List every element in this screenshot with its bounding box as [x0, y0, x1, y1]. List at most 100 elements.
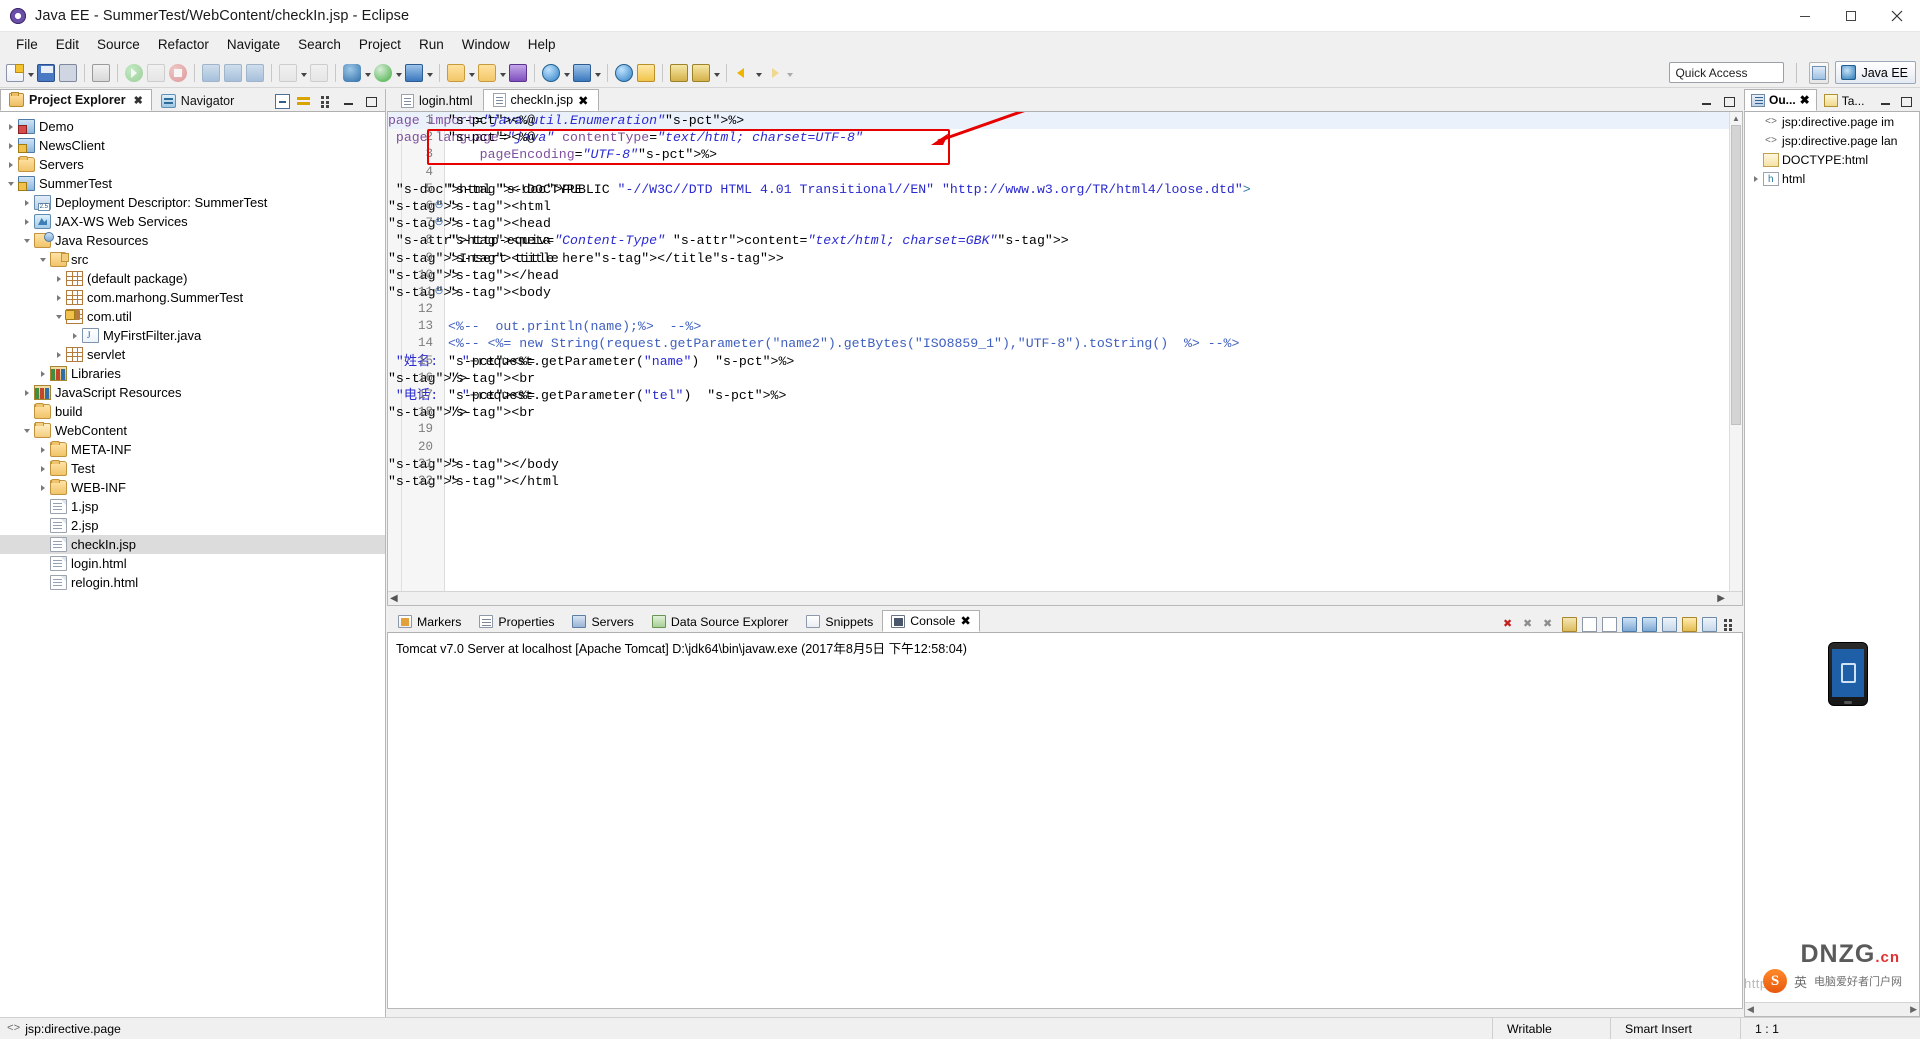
expand-arrow-icon[interactable] — [36, 484, 50, 491]
code-line[interactable]: 6 ⊖ "s-tag"><html "s-tag">> — [388, 198, 1742, 215]
collapse-arrow-icon[interactable] — [4, 181, 18, 186]
outline-item[interactable]: html — [1745, 169, 1919, 188]
tree-item-1-jsp[interactable]: 1.jsp — [0, 497, 385, 516]
tree-item-relogin-html[interactable]: relogin.html — [0, 573, 385, 592]
code-line[interactable]: 11 ⊖ "s-tag"><body "s-tag">> — [388, 284, 1742, 301]
collapse-arrow-icon[interactable] — [20, 238, 34, 243]
tree-item-meta-inf[interactable]: META-INF — [0, 440, 385, 459]
tree-item-javascript-resources[interactable]: JavaScript Resources — [0, 383, 385, 402]
fold-marker[interactable]: ⊖ — [434, 215, 444, 232]
editor-tab-checkin-jsp[interactable]: checkIn.jsp ✖ — [482, 89, 599, 111]
new-package-button[interactable] — [476, 61, 498, 85]
pin-console-icon[interactable] — [1682, 617, 1697, 632]
tab-navigator[interactable]: Navigator — [151, 89, 244, 111]
maximize-view-icon[interactable] — [1898, 94, 1913, 109]
tree-item-demo[interactable]: Demo — [0, 117, 385, 136]
code-line[interactable]: 4 — [388, 164, 1742, 181]
tree-item-jax-ws-web-services[interactable]: JAX-WS Web Services — [0, 212, 385, 231]
outline-item[interactable]: jsp:directive.page im — [1745, 112, 1919, 131]
quick-access-input[interactable]: Quick Access — [1669, 62, 1785, 83]
close-icon[interactable]: ✖ — [1800, 93, 1810, 107]
use-step-filters-button[interactable] — [308, 61, 330, 85]
step-return-button[interactable] — [244, 61, 266, 85]
expand-arrow-icon[interactable] — [52, 351, 66, 358]
outline-item[interactable]: jsp:directive.page lan — [1745, 131, 1919, 150]
close-icon[interactable]: ✖ — [134, 94, 143, 107]
scroll-up-icon[interactable]: ▲ — [1730, 112, 1742, 125]
run-button[interactable] — [372, 61, 394, 85]
expand-arrow-icon[interactable] — [1749, 175, 1763, 182]
tree-item-build[interactable]: build — [0, 402, 385, 421]
scroll-left-icon[interactable]: ◀ — [390, 593, 398, 604]
new-class-button[interactable] — [507, 61, 529, 85]
tree-item-login-html[interactable]: login.html — [0, 554, 385, 573]
editor-vertical-scrollbar[interactable]: ▲ — [1729, 112, 1742, 591]
terminate-icon[interactable] — [1502, 617, 1517, 632]
project-tree[interactable]: Demo NewsClient Servers SummerTest Deploymen… — [0, 112, 385, 1017]
display-selected-console-icon[interactable] — [1662, 617, 1677, 632]
tree-item-web-inf[interactable]: WEB-INF — [0, 478, 385, 497]
tree-item-default-package[interactable]: (default package) — [0, 269, 385, 288]
expand-arrow-icon[interactable] — [36, 446, 50, 453]
scroll-right-icon[interactable]: ▶ — [1717, 593, 1725, 604]
menu-help[interactable]: Help — [519, 33, 565, 57]
expand-arrow-icon[interactable] — [36, 465, 50, 472]
forward-dropdown-icon[interactable] — [785, 64, 794, 82]
code-line[interactable]: 3 pageEncoding="UTF-8""s-pct">%> — [388, 146, 1742, 163]
tab-outline[interactable]: Ou... ✖ — [1744, 89, 1817, 111]
expand-arrow-icon[interactable] — [20, 218, 34, 225]
code-line[interactable]: 8 "s-tag"><meta "s-attr">http-equiv="Cont… — [388, 232, 1742, 249]
code-line[interactable]: 16 "s-tag"><br "s-tag">/> — [388, 370, 1742, 387]
bottom-tab-servers[interactable]: Servers — [563, 610, 642, 632]
server-dropdown-icon[interactable] — [425, 64, 434, 82]
run-dropdown-icon[interactable] — [394, 64, 403, 82]
outline-item[interactable]: DOCTYPE:html — [1745, 150, 1919, 169]
new-folder-button[interactable] — [445, 61, 467, 85]
code-line[interactable]: 18 "s-tag"><br "s-tag">/> — [388, 404, 1742, 421]
scroll-right-icon[interactable]: ▶ — [1910, 1004, 1917, 1015]
editor-tab-login-html[interactable]: login.html — [391, 89, 483, 111]
scroll-left-icon[interactable]: ◀ — [1747, 1004, 1754, 1015]
tree-item-test[interactable]: Test — [0, 459, 385, 478]
debug-dropdown-icon[interactable] — [363, 64, 372, 82]
minimize-button[interactable] — [1782, 0, 1828, 32]
minimize-view-icon[interactable] — [341, 94, 356, 109]
menu-project[interactable]: Project — [350, 33, 410, 57]
package-dropdown-icon[interactable] — [498, 64, 507, 82]
view-menu-icon[interactable] — [1722, 617, 1737, 632]
expand-arrow-icon[interactable] — [4, 123, 18, 130]
show-console-icon[interactable] — [1642, 617, 1657, 632]
code-line[interactable]: 1 "s-pct"><%@ page import="java.util.Enume… — [388, 112, 1742, 130]
code-line[interactable]: 13 <%-- out.println(name);%> --%> — [388, 318, 1742, 335]
maximize-editor-icon[interactable] — [1721, 94, 1736, 109]
close-icon[interactable]: ✖ — [578, 93, 588, 108]
code-line[interactable]: 20 — [388, 439, 1742, 456]
view-menu-icon[interactable] — [319, 94, 334, 109]
resume-button[interactable] — [123, 61, 145, 85]
open-web-browser-button[interactable] — [635, 61, 657, 85]
annotation-dropdown-icon[interactable] — [712, 64, 721, 82]
expand-arrow-icon[interactable] — [4, 142, 18, 149]
tree-item-deployment-descriptor-summertest[interactable]: Deployment Descriptor: SummerTest — [0, 193, 385, 212]
console-output[interactable]: Tomcat v7.0 Server at localhost [Apache … — [387, 633, 1743, 1009]
tree-item-2-jsp[interactable]: 2.jsp — [0, 516, 385, 535]
open-perspective-button[interactable] — [1809, 61, 1830, 84]
link-with-editor-icon[interactable] — [297, 94, 312, 109]
expand-arrow-icon[interactable] — [52, 294, 66, 301]
editor-horizontal-scrollbar[interactable]: ◀ ▶ — [388, 591, 1742, 605]
menu-edit[interactable]: Edit — [47, 33, 88, 57]
collapse-arrow-icon[interactable] — [36, 257, 50, 262]
new-button[interactable] — [4, 61, 26, 85]
menu-file[interactable]: File — [7, 33, 47, 57]
menu-run[interactable]: Run — [410, 33, 453, 57]
save-button[interactable] — [35, 61, 57, 85]
outline-tree[interactable]: jsp:directive.page im jsp:directive.page … — [1744, 112, 1920, 1017]
search-dropdown-icon[interactable] — [562, 64, 571, 82]
open-type-button[interactable] — [571, 61, 593, 85]
next-annotation-button[interactable] — [690, 61, 712, 85]
tree-item-libraries[interactable]: Libraries — [0, 364, 385, 383]
maximize-view-icon[interactable] — [363, 94, 378, 109]
code-line[interactable]: 9 "s-tag"><title "s-tag">>Insert title her… — [388, 250, 1742, 267]
tree-item-servers[interactable]: Servers — [0, 155, 385, 174]
run-on-server-button[interactable] — [403, 61, 425, 85]
